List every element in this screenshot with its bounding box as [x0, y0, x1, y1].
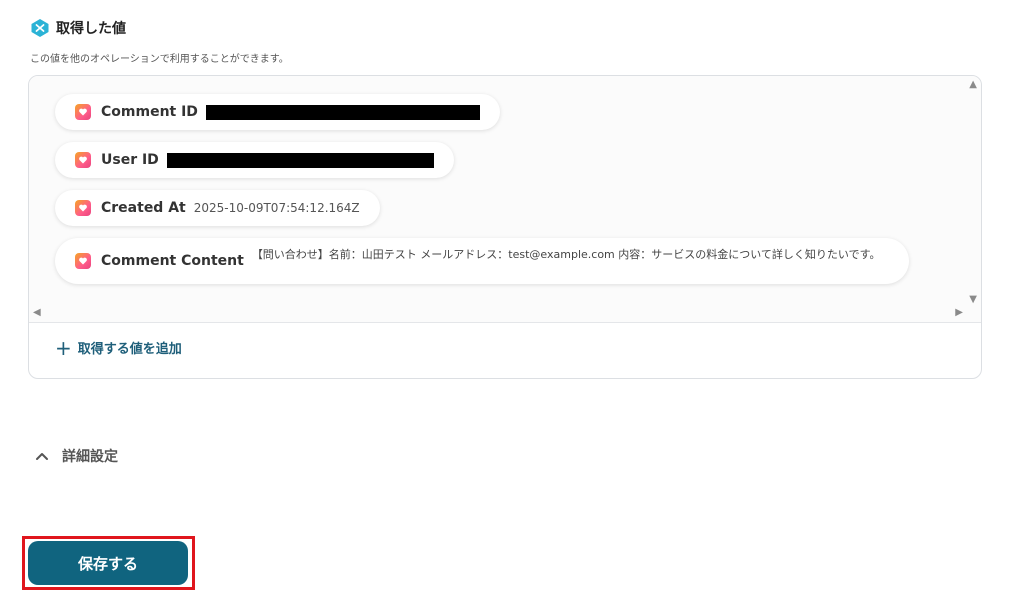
heart-icon: [75, 253, 91, 269]
save-button[interactable]: 保存する: [28, 541, 188, 585]
heart-icon: [75, 200, 91, 216]
chip-value: 【問い合わせ】名前：山田テスト メールアドレス：test@example.com…: [251, 248, 881, 261]
values-scroll-area[interactable]: Comment ID User ID Created At 2025-10-09…: [29, 76, 981, 323]
redacted-value: [205, 104, 480, 120]
heart-icon: [75, 152, 91, 168]
value-chip-comment-content[interactable]: Comment Content 【問い合わせ】名前：山田テスト メールアドレス：…: [55, 238, 909, 284]
chip-label: Created At: [101, 200, 186, 216]
section-header: 取得した値: [30, 18, 126, 38]
details-label: 詳細設定: [62, 449, 118, 465]
section-title: 取得した値: [56, 21, 126, 37]
chip-value: 2025-10-09T07:54:12.164Z: [193, 201, 360, 215]
redacted-value: [166, 152, 434, 168]
scroll-left-arrow-icon[interactable]: ◀: [33, 307, 41, 318]
add-value-label: 取得する値を追加: [77, 342, 182, 357]
details-toggle[interactable]: 詳細設定: [34, 446, 118, 466]
app-logo-icon: [31, 19, 49, 37]
chip-label: Comment Content: [101, 253, 244, 269]
chip-label: User ID: [101, 152, 159, 168]
scroll-up-arrow-icon[interactable]: ▲: [969, 79, 977, 90]
heart-icon: [75, 104, 91, 120]
add-value-button[interactable]: + 取得する値を追加: [55, 335, 182, 360]
value-chip-created-at[interactable]: Created At 2025-10-09T07:54:12.164Z: [55, 190, 380, 226]
section-subtitle: この値を他のオペレーションで利用することができます。: [30, 54, 289, 65]
scroll-down-arrow-icon[interactable]: ▼: [969, 294, 977, 305]
retrieved-values-panel: Comment ID User ID Created At 2025-10-09…: [28, 75, 982, 379]
value-chip-comment-id[interactable]: Comment ID: [55, 94, 500, 130]
chip-label: Comment ID: [101, 104, 198, 120]
value-chip-user-id[interactable]: User ID: [55, 142, 454, 178]
chevron-up-icon: [36, 453, 48, 460]
plus-icon: +: [55, 335, 72, 360]
scroll-right-arrow-icon[interactable]: ▶: [955, 307, 963, 318]
